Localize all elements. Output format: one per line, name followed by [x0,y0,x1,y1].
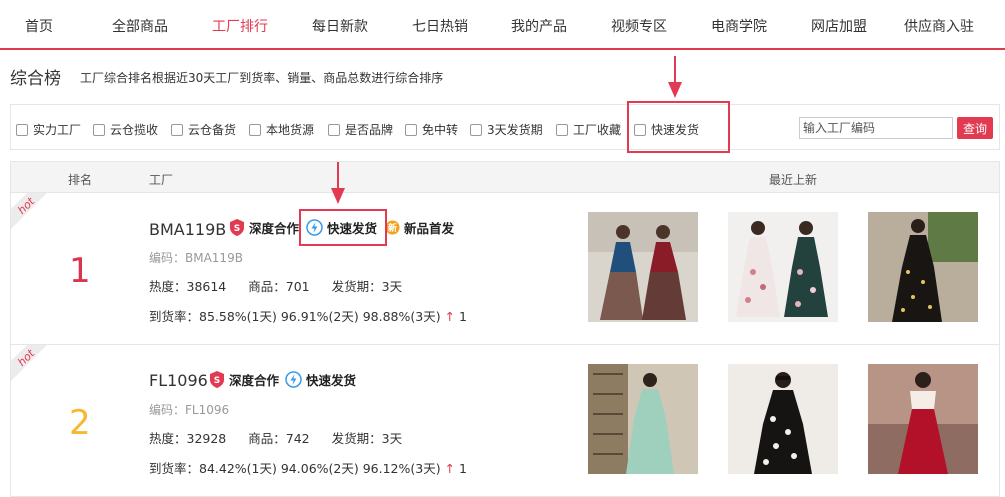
factory-stats: 热度：32928 商品：742 发货期：3天 [149,428,424,447]
checkbox[interactable] [328,123,340,136]
highlight-box-tag [299,209,387,246]
hot-ribbon: hot [11,193,47,229]
product-count: 商品：742 [248,431,310,446]
filter-local-source[interactable]: 本地货源 [249,121,314,138]
nav-item-factory-ranking[interactable]: 工厂排行 [212,16,268,36]
arrival-rate-3day: 98.88%(3天) [362,309,441,324]
product-thumbnail[interactable] [588,364,698,474]
column-rank: 排名 [68,173,93,187]
factory-name[interactable]: FL1096 [149,371,208,390]
filter-bar: 实力工厂 云仓揽收 云仓备货 本地货源 是否品牌 免中转 3天发货期 工厂收藏 … [10,104,1000,150]
nav-item-franchise[interactable]: 网店加盟 [811,16,867,36]
nav-item-all-products[interactable]: 全部商品 [112,16,168,36]
arrival-rate-2day: 96.91%(2天) [280,309,359,324]
column-factory: 工厂 [149,173,174,187]
highlight-box-filter [627,101,730,153]
arrival-rate-2day: 94.06%(2天) [280,461,359,476]
factory-name[interactable]: BMA119B [149,220,226,239]
factory-stats: 热度：38614 商品：701 发货期：3天 [149,276,424,295]
tag-new-launch: 新 新品首发 [385,218,454,237]
filter-3day-ship[interactable]: 3天发货期 [470,121,543,138]
tag-deep-cooperation: S 深度合作 [209,370,279,389]
checkbox[interactable] [93,123,105,136]
trend-up-icon: ↑ [444,461,456,476]
arrival-rate-1day: 到货率：85.58%(1天) [149,309,277,324]
product-thumbnail[interactable] [728,364,838,474]
nav-item-daily-new[interactable]: 每日新款 [312,16,368,36]
annotation-arrow-icon [668,56,682,98]
trend-value: 1 [459,461,467,476]
new-badge-icon: 新 [385,220,400,235]
trend-up-icon: ↑ [444,309,456,324]
nav-item-my-products[interactable]: 我的产品 [511,16,567,36]
heat-value: 热度：38614 [149,279,227,294]
table-row[interactable]: hot 2 FL1096 S 深度合作 快速发货 编码：FL1096 热度：32… [10,345,1000,497]
filter-no-transfer[interactable]: 免中转 [405,121,458,138]
tag-deep-cooperation: S 深度合作 [229,218,299,237]
shield-icon: S [230,219,244,236]
checkbox[interactable] [16,123,28,136]
ship-period: 发货期：3天 [331,279,403,294]
checkbox[interactable] [556,123,568,136]
product-thumbnail[interactable] [868,212,978,322]
annotation-arrow-icon [331,162,345,204]
table-row[interactable]: hot 1 BMA119B S 深度合作 快速发货 新 新品首发 编码：BMA1… [10,193,1000,345]
page-subtitle: 工厂综合排名根据近30天工厂到货率、销量、商品总数进行综合排序 [80,71,444,85]
arrival-rate-3day: 96.12%(3天) [362,461,441,476]
rank-number: 1 [69,251,91,291]
nav-item-weekly-hot[interactable]: 七日热销 [412,16,468,36]
factory-code-input[interactable] [799,117,953,139]
top-nav: 首页 全部商品 工厂排行 每日新款 七日热销 我的产品 视频专区 电商学院 网店… [0,0,1005,50]
ship-period: 发货期：3天 [331,431,403,446]
column-latest: 最近上新 [769,173,818,187]
filter-strong-factory[interactable]: 实力工厂 [16,121,81,138]
svg-text:新: 新 [388,222,397,234]
heat-value: 热度：32928 [149,431,227,446]
trend-value: 1 [459,309,467,324]
lightning-icon [285,371,302,388]
filter-favorites[interactable]: 工厂收藏 [556,121,621,138]
checkbox[interactable] [171,123,183,136]
filter-brand[interactable]: 是否品牌 [328,121,393,138]
table-header: 排名 工厂 最近上新 [10,161,1000,193]
nav-item-video[interactable]: 视频专区 [611,16,667,36]
hot-ribbon: hot [11,345,47,381]
checkbox[interactable] [470,123,482,136]
arrival-rates: 到货率：85.58%(1天) 96.91%(2天) 98.88%(3天) ↑ 1 [149,306,467,325]
arrival-rate-1day: 到货率：84.42%(1天) [149,461,277,476]
shield-icon: S [210,371,224,388]
nav-item-home[interactable]: 首页 [25,16,53,36]
rank-number: 2 [69,403,91,443]
filter-cloud-pickup[interactable]: 云仓揽收 [93,121,158,138]
search-button[interactable]: 查询 [957,117,993,139]
nav-item-supplier[interactable]: 供应商入驻 [904,16,974,36]
page-title: 综合榜 [10,69,61,89]
product-count: 商品：701 [248,279,310,294]
factory-code: 编码：BMA119B [149,251,243,265]
tag-fast-ship: 快速发货 [285,370,356,389]
product-thumbnail[interactable] [868,364,978,474]
filter-cloud-stock[interactable]: 云仓备货 [171,121,236,138]
checkbox[interactable] [249,123,261,136]
product-thumbnail[interactable] [588,212,698,322]
svg-text:S: S [214,376,220,386]
product-thumbnail[interactable] [728,212,838,322]
factory-code: 编码：FL1096 [149,403,230,417]
arrival-rates: 到货率：84.42%(1天) 94.06%(2天) 96.12%(3天) ↑ 1 [149,458,467,477]
nav-item-academy[interactable]: 电商学院 [711,16,767,36]
checkbox[interactable] [405,123,417,136]
svg-text:S: S [234,224,240,234]
